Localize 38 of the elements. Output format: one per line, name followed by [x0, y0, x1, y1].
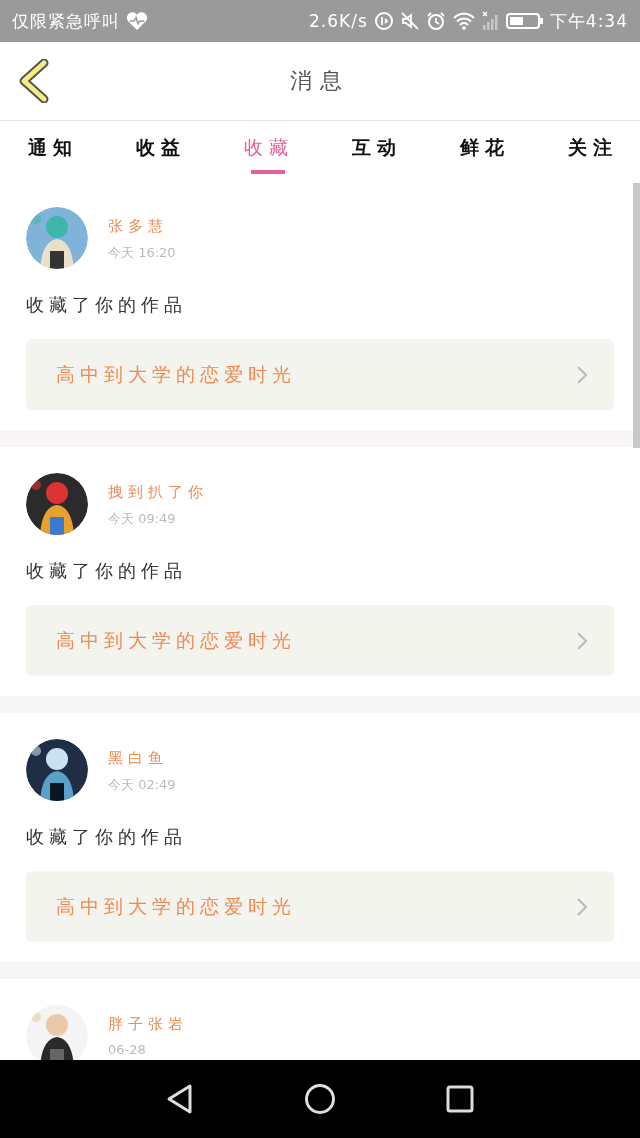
data-icon [373, 11, 394, 31]
wifi-icon [451, 11, 476, 31]
mute-icon [399, 11, 420, 31]
signal-icon [481, 11, 500, 31]
user-name[interactable]: 张多慧 [108, 217, 176, 236]
clock-text: 下午4:34 [549, 9, 628, 33]
work-link[interactable]: 高中到大学的恋爱时光 [26, 871, 614, 942]
back-icon[interactable] [166, 1083, 194, 1115]
network-speed: 2.6K/s [309, 11, 368, 31]
chevron-right-icon [576, 630, 588, 651]
tab[interactable]: 鲜花 [460, 121, 510, 174]
alarm-icon [425, 11, 446, 31]
tab[interactable]: 关注 [568, 121, 618, 174]
timestamp: 06-28 [108, 1042, 147, 1057]
timestamp: 今天 16:20 [108, 244, 176, 262]
work-link[interactable]: 高中到大学的恋爱时光 [26, 339, 614, 410]
tab[interactable]: 收益 [136, 121, 186, 174]
message-text: 收藏了你的作品 [26, 293, 188, 317]
message-text: 收藏了你的作品 [26, 825, 188, 849]
work-link[interactable]: 高中到大学的恋爱时光 [26, 605, 614, 676]
message-text: 收藏了你的作品 [26, 559, 188, 583]
heart-icon [126, 11, 148, 31]
battery-icon [505, 11, 544, 31]
tab[interactable]: 通知 [28, 121, 78, 174]
chevron-right-icon [576, 364, 588, 385]
timestamp: 今天 02:49 [108, 776, 176, 794]
back-button[interactable] [18, 59, 50, 106]
page-title: 消息 [290, 67, 350, 95]
tab[interactable]: 收藏 [244, 121, 294, 174]
tab[interactable]: 互动 [352, 121, 402, 174]
home-icon[interactable] [304, 1083, 336, 1115]
chevron-right-icon [576, 896, 588, 917]
timestamp: 今天 09:49 [108, 510, 177, 528]
user-name[interactable]: 拽到扒了你 [108, 483, 208, 502]
user-name[interactable]: 胖子张岩 [108, 1015, 188, 1034]
user-name[interactable]: 黑白鱼 [108, 749, 176, 768]
carrier-text: 仅限紧急呼叫 [12, 9, 120, 33]
recents-icon[interactable] [446, 1085, 474, 1113]
